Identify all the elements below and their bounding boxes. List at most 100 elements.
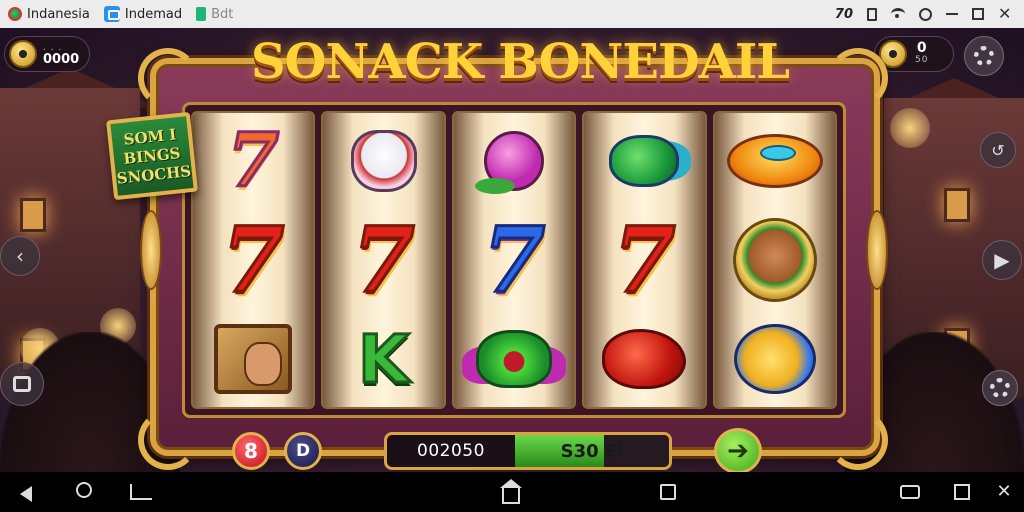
status-app-indemad[interactable]: Indemad — [103, 0, 183, 28]
system-nav-bar: ✕ — [0, 472, 1024, 512]
coin-sub-label: 50 — [915, 55, 929, 65]
symbol-seven-rainbow: 7 — [226, 117, 280, 204]
frame-flourish — [138, 48, 198, 108]
status-app-indanesia[interactable]: Indanesia — [8, 0, 90, 28]
app-tile-icon — [103, 6, 120, 22]
settings-button[interactable] — [964, 36, 1004, 76]
reel-cell: K — [323, 312, 443, 407]
coin-value: 0 — [916, 40, 927, 56]
info-label: D — [295, 441, 311, 461]
reel-cell: 7 — [454, 212, 574, 307]
red-bell-icon — [602, 329, 687, 390]
reel-5 — [712, 111, 838, 409]
coin-value: 0000 — [43, 52, 80, 67]
refresh-button[interactable]: ↺ — [980, 132, 1016, 168]
reel-cell — [323, 113, 443, 208]
status-app-bdt[interactable]: Bdt — [196, 0, 233, 28]
dog-coin-icon — [732, 217, 817, 302]
symbol-seven-blue: 7 — [481, 206, 547, 313]
frame-ornament — [866, 210, 888, 290]
magenta-fruit-icon — [475, 130, 545, 194]
treasure-box-icon — [214, 324, 293, 395]
frame-flourish — [828, 48, 888, 108]
bet-meter: S30 El — [515, 435, 669, 467]
status-app-label: Indemad — [124, 6, 183, 22]
reel-cell: 7 — [323, 212, 443, 307]
status-app-label: Indanesia — [27, 6, 90, 22]
arrow-right-icon: ➔ — [727, 436, 749, 466]
back-icon[interactable] — [20, 486, 32, 502]
bet-level-button[interactable]: 8 — [232, 432, 270, 470]
document-icon[interactable] — [867, 7, 877, 21]
reel-cell — [454, 113, 574, 208]
reel-cell — [715, 212, 835, 307]
reel-cell — [454, 312, 574, 407]
share-icon[interactable] — [660, 484, 676, 500]
gear-icon — [974, 46, 994, 66]
reel-cell — [584, 113, 704, 208]
gear-icon — [990, 378, 1010, 398]
chevron-left-icon: ‹ — [16, 244, 24, 268]
chest-icon — [13, 376, 31, 392]
lantern-glow — [890, 108, 930, 148]
next-button[interactable]: ▶ — [982, 240, 1022, 280]
coin-icon — [9, 40, 37, 68]
status-app-label: Bdt — [211, 6, 234, 22]
clown-face-icon — [350, 129, 417, 192]
apps-icon[interactable] — [130, 484, 152, 500]
info-button[interactable]: D — [284, 432, 322, 470]
gold-scroll-icon — [733, 324, 816, 395]
reel-cell: 7 — [193, 212, 313, 307]
close-icon[interactable]: ✕ — [994, 482, 1014, 502]
minimize-icon[interactable] — [946, 13, 958, 15]
clock-text: 70 — [834, 6, 853, 22]
play-right-icon: ▶ — [994, 248, 1010, 272]
green-gem-icon — [609, 134, 680, 187]
reel-cell — [584, 312, 704, 407]
status-tray: 70 ✕ — [835, 0, 1024, 28]
reel-4: 7 — [582, 111, 707, 409]
app-logo-icon — [8, 7, 22, 21]
symbol-seven-red: 7 — [351, 206, 417, 313]
window-light — [20, 198, 46, 232]
home-icon[interactable] — [500, 479, 522, 504]
square-icon[interactable] — [954, 484, 970, 500]
game-title: SONACK BONEDAIL — [250, 34, 790, 90]
bet-amount: S30 El — [560, 440, 624, 462]
symbol-seven-red: 7 — [612, 206, 678, 313]
golden-disc-icon — [726, 133, 823, 188]
symbol-seven-red: 7 — [220, 206, 286, 313]
reel-cell — [715, 312, 835, 407]
app-mini-icon — [196, 7, 207, 21]
close-window-icon[interactable]: ✕ — [998, 6, 1012, 22]
spin-button[interactable]: ➔ — [714, 428, 762, 474]
maximize-icon[interactable] — [972, 8, 984, 20]
reels-grid[interactable]: 7 7 7 K 7 7 — [182, 102, 846, 418]
account-icon[interactable] — [919, 7, 932, 21]
frame-flourish — [138, 410, 198, 470]
balance-readout: 002050 — [417, 441, 485, 461]
chat-icon[interactable] — [900, 485, 920, 499]
green-monster-icon — [476, 330, 553, 389]
symbol-letter-k: K — [357, 319, 411, 399]
reel-cell: 7 — [584, 212, 704, 307]
settings-button-lower[interactable] — [982, 370, 1018, 406]
previous-button[interactable]: ‹ — [0, 236, 40, 276]
reel-2: 7 K — [321, 111, 446, 409]
reel-cell — [715, 113, 835, 208]
reel-cell: 7 — [193, 113, 313, 208]
treasure-button[interactable] — [0, 362, 44, 406]
reel-1: 7 7 — [191, 111, 316, 409]
frame-flourish — [828, 410, 888, 470]
home-circle-icon[interactable] — [76, 482, 92, 498]
frame-ornament — [140, 210, 162, 290]
refresh-icon: ↺ — [991, 140, 1005, 160]
status-bar: Indanesia Indemad Bdt 70 ✕ — [0, 0, 1024, 28]
reel-3: 7 — [451, 111, 577, 409]
wifi-icon — [891, 8, 905, 20]
bet-level-label: 8 — [244, 439, 258, 463]
promo-sign[interactable]: SOM I BINGS SNOCHS — [106, 111, 198, 201]
reel-cell — [193, 312, 313, 407]
coin-balance-left[interactable]: . . . 0000 — [4, 36, 90, 72]
window-light — [944, 188, 970, 222]
